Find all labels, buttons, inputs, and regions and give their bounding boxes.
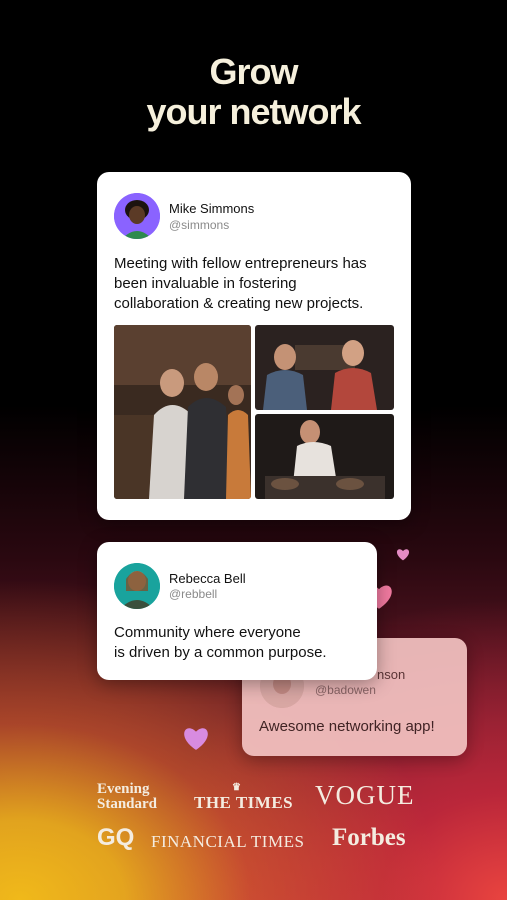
avatar-mike (114, 193, 160, 239)
logo-financial-times: FINANCIAL TIMES (151, 832, 305, 851)
post-text: Meeting with fellow entrepreneurs has be… (114, 254, 404, 314)
post-text: Awesome networking app! (259, 718, 435, 735)
crest-icon: ♛ (232, 782, 242, 793)
photo-people-chatting[interactable] (255, 325, 394, 410)
heart-icon (396, 548, 410, 561)
post-text-line: been invaluable in fostering (114, 275, 297, 292)
logo-evening-standard-line2: Standard (97, 796, 158, 812)
heart-icon (182, 726, 210, 751)
headline: Grow your network (0, 52, 507, 132)
logo-gq: GQ (97, 824, 135, 851)
author-handle[interactable]: @simmons (169, 218, 229, 232)
post-text-line: collaboration & creating new projects. (114, 295, 364, 312)
photo-people-greeting[interactable] (114, 325, 251, 499)
press-logos: Evening Standard ♛ THE TIMES VOGUE GQ FI… (0, 780, 507, 860)
author-handle[interactable]: @rebbell (169, 587, 217, 601)
logo-evening-standard-line1: Evening (97, 781, 150, 797)
post-card-mike[interactable]: Mike Simmons @simmons Meeting with fello… (97, 172, 411, 520)
post-text-line: Community where everyone (114, 624, 301, 641)
headline-line-2: your network (146, 91, 361, 132)
post-card-rebecca[interactable]: Rebecca Bell @rebbell Community where ev… (97, 542, 377, 680)
post-text-line: is driven by a common purpose. (114, 644, 327, 661)
logo-vogue: VOGUE (315, 780, 415, 810)
author-handle[interactable]: @badowen (315, 683, 376, 697)
post-text: Community where everyone is driven by a … (114, 623, 374, 663)
author-name[interactable]: nson (377, 667, 405, 682)
photo-dj[interactable] (255, 414, 394, 499)
logo-evening-standard: Evening Standard (97, 782, 157, 812)
logo-the-times-text: THE TIMES (194, 793, 294, 812)
photo-grid (114, 325, 394, 499)
headline-line-1: Grow (209, 51, 298, 92)
avatar-rebecca (114, 563, 160, 609)
logo-the-times: ♛ THE TIMES (194, 782, 294, 813)
post-text-line: Meeting with fellow entrepreneurs has (114, 255, 367, 272)
author-name[interactable]: Mike Simmons (169, 201, 254, 216)
logo-forbes: Forbes (332, 824, 406, 851)
author-name[interactable]: Rebecca Bell (169, 571, 246, 586)
